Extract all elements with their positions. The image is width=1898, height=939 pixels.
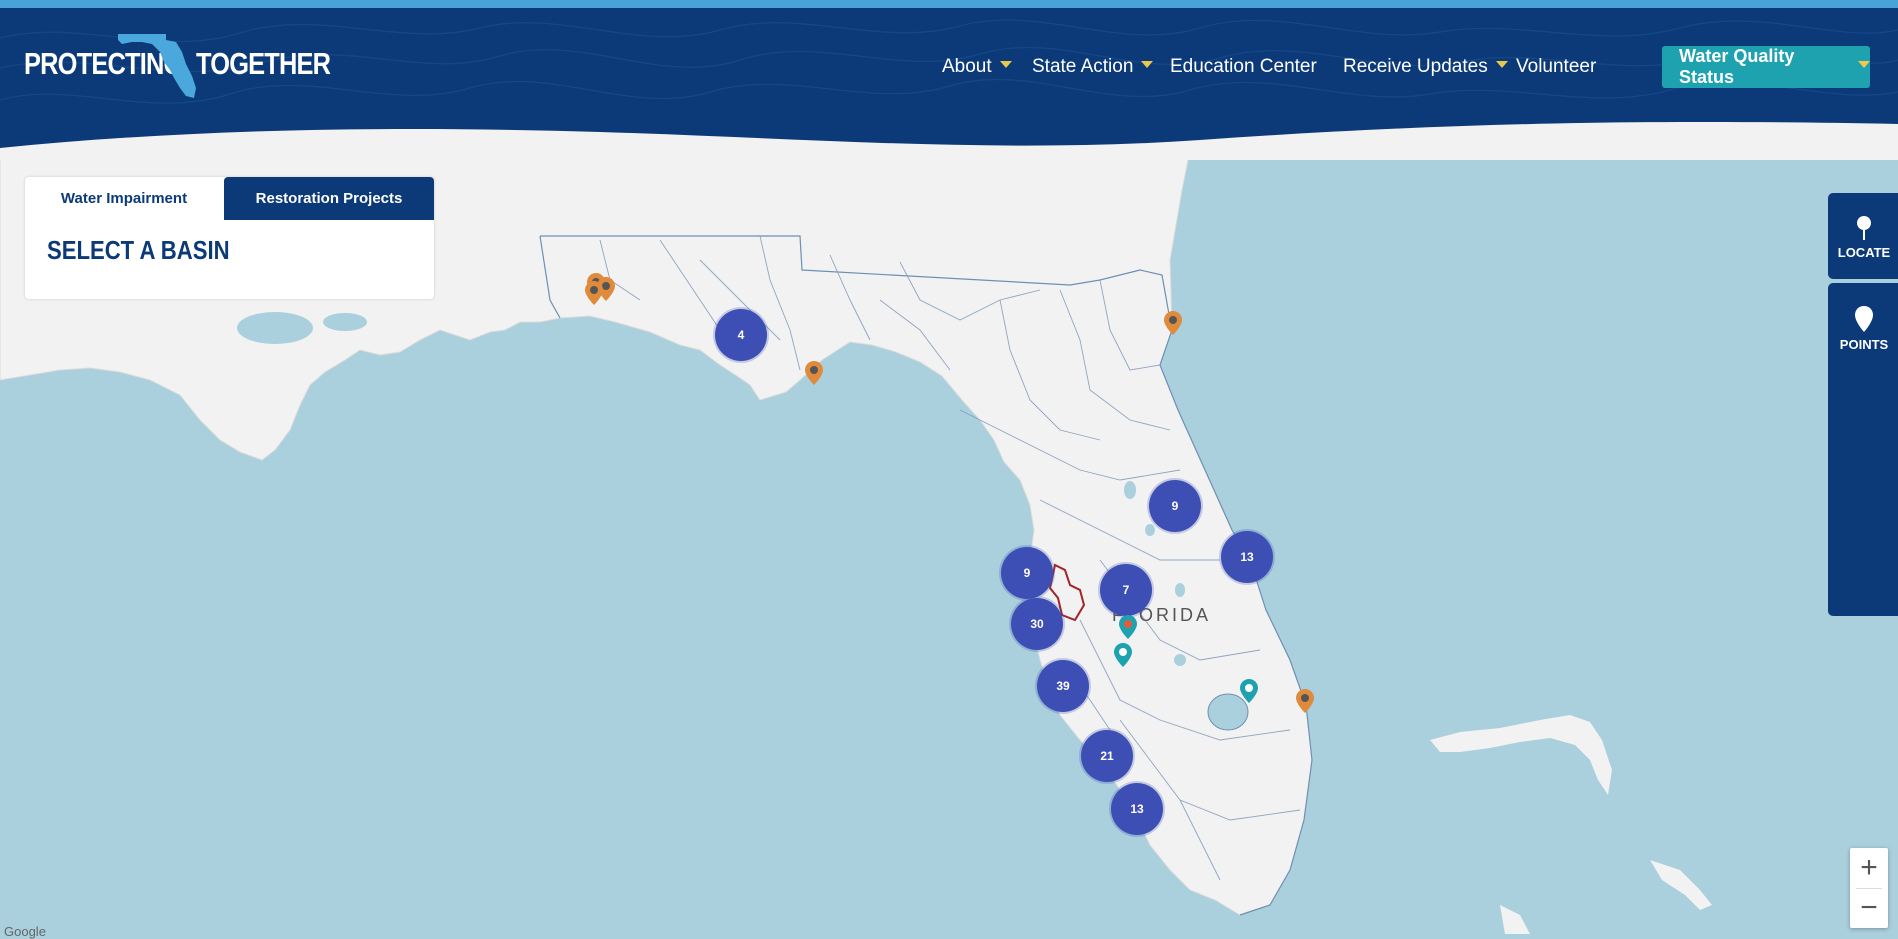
nav-volunteer[interactable]: Volunteer: [1516, 56, 1596, 78]
nav-education-center-label: Education Center: [1170, 56, 1317, 77]
water-quality-status-label: Water Quality Status: [1679, 46, 1795, 87]
water-quality-status-button[interactable]: Water Quality Status: [1662, 46, 1870, 88]
nav-receive-updates[interactable]: Receive Updates: [1343, 56, 1508, 78]
points-button[interactable]: POINTS: [1828, 283, 1898, 616]
site-header: [0, 8, 1898, 160]
cluster-marker[interactable]: 7: [1100, 564, 1152, 616]
orange-pin-icon[interactable]: [1295, 688, 1315, 714]
tab-water-impairment[interactable]: Water Impairment: [25, 177, 223, 220]
orange-pin-icon[interactable]: [804, 360, 824, 386]
basin-panel: Water Impairment Restoration Projects SE…: [25, 177, 434, 299]
select-basin-title: SELECT A BASIN: [47, 235, 230, 265]
cluster-marker[interactable]: 30: [1011, 598, 1063, 650]
points-label: POINTS: [1839, 337, 1889, 352]
nav-receive-updates-label: Receive Updates: [1343, 56, 1488, 77]
orange-pin-icon[interactable]: [584, 280, 604, 306]
teal-pin-icon[interactable]: [1113, 642, 1133, 668]
zoom-in-button[interactable]: +: [1850, 848, 1888, 888]
locate-label: LOCATE: [1837, 245, 1891, 260]
cluster-marker[interactable]: 13: [1111, 783, 1163, 835]
cluster-marker[interactable]: 39: [1037, 660, 1089, 712]
cluster-marker[interactable]: 9: [1001, 547, 1053, 599]
zoom-out-button[interactable]: −: [1850, 888, 1888, 928]
cluster-marker[interactable]: 13: [1221, 531, 1273, 583]
logo-text-together[interactable]: TOGETHER: [196, 46, 331, 82]
chevron-down-icon: [999, 60, 1012, 68]
top-accent-bar: [0, 0, 1898, 8]
nav-about[interactable]: About: [942, 56, 1012, 78]
tab-restoration-projects[interactable]: Restoration Projects: [224, 177, 434, 220]
google-attribution: Google: [4, 924, 46, 939]
nav-state-action-label: State Action: [1032, 56, 1134, 77]
nav-education-center[interactable]: Education Center: [1170, 56, 1317, 78]
teal-pin-icon[interactable]: [1118, 614, 1138, 640]
nav-state-action[interactable]: State Action: [1032, 56, 1154, 78]
chevron-down-icon: [1495, 60, 1508, 68]
chevron-down-icon: [1858, 60, 1870, 68]
chevron-down-icon: [1141, 60, 1154, 68]
cluster-marker[interactable]: 21: [1081, 730, 1133, 782]
nav-volunteer-label: Volunteer: [1516, 56, 1597, 77]
locate-button[interactable]: LOCATE: [1828, 193, 1898, 279]
zoom-control: + −: [1850, 848, 1888, 928]
points-marker-icon: [1855, 306, 1873, 332]
locate-pin-icon: [1857, 216, 1871, 240]
cluster-marker[interactable]: 9: [1149, 480, 1201, 532]
teal-pin-icon[interactable]: [1239, 678, 1259, 704]
header-wave: [0, 121, 1898, 160]
nav-about-label: About: [942, 56, 992, 77]
florida-logo-icon[interactable]: [116, 30, 200, 100]
zoom-divider: [1856, 888, 1882, 889]
cluster-marker[interactable]: 4: [715, 309, 767, 361]
orange-pin-icon[interactable]: [1163, 310, 1183, 336]
